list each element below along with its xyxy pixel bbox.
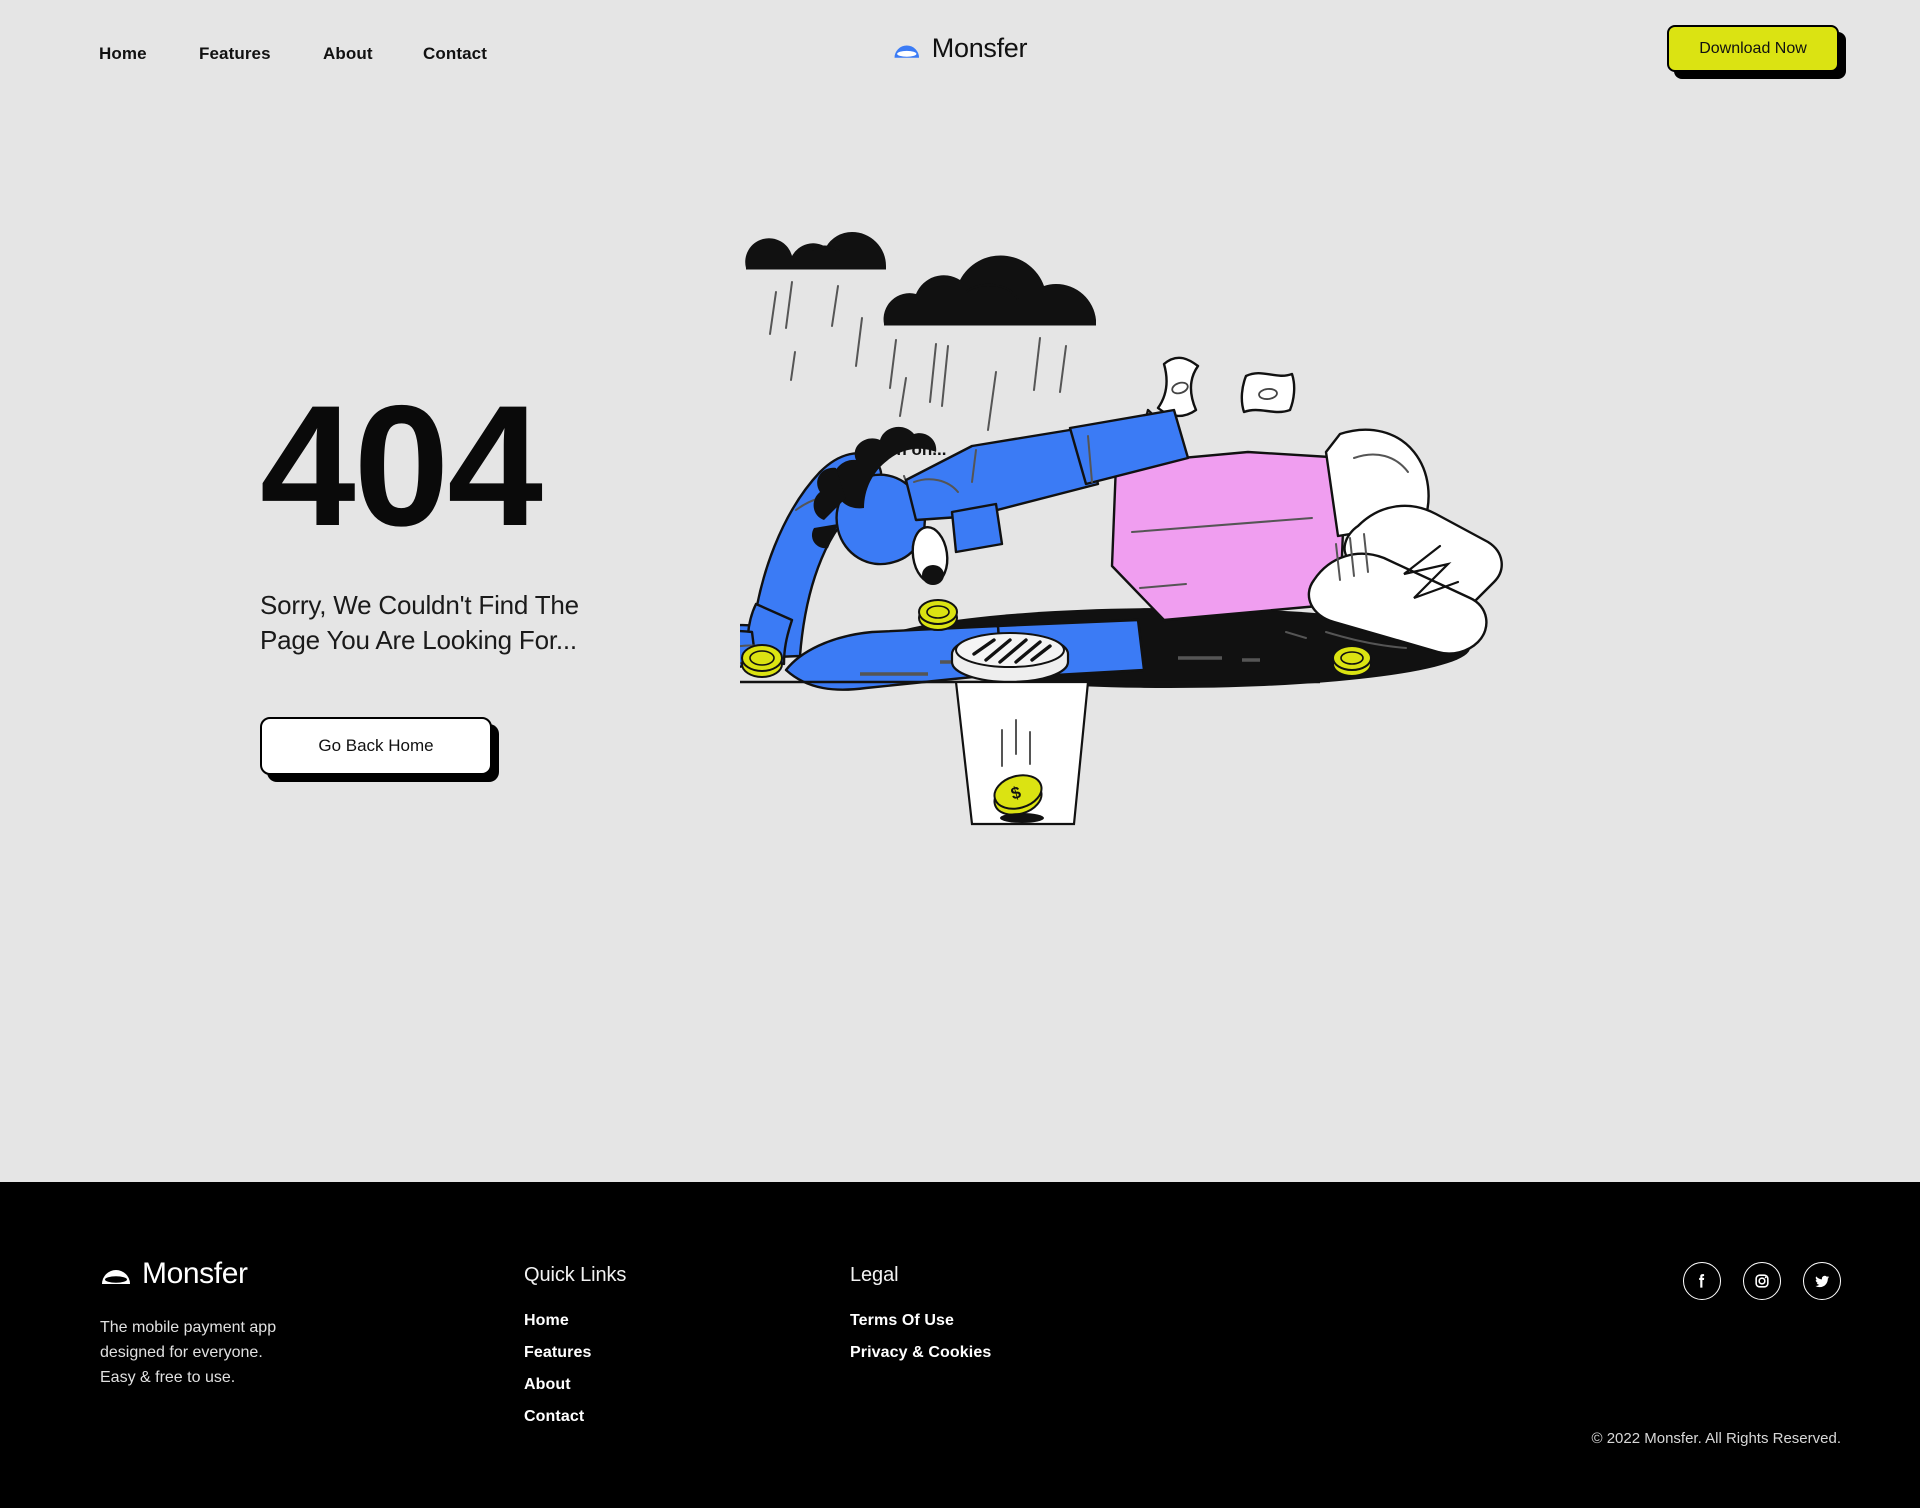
monsfer-dome-icon	[100, 1258, 132, 1290]
coin-ground-left	[741, 644, 783, 678]
footer-link-contact[interactable]: Contact	[524, 1408, 626, 1426]
footer-column-heading: Legal	[850, 1264, 899, 1286]
footer-tagline-line: The mobile payment app	[100, 1319, 277, 1336]
hero-section: 404 Sorry, We Couldn't Find The Page You…	[0, 0, 1920, 1182]
storm-drain	[950, 632, 1070, 684]
error-message: Sorry, We Couldn't Find The Page You Are…	[260, 590, 579, 655]
coin-ground-right	[1332, 645, 1372, 677]
rain-right	[899, 337, 1067, 431]
footer-link-terms-of-use[interactable]: Terms Of Use	[850, 1312, 991, 1330]
footer-tagline: The mobile payment app designed for ever…	[100, 1316, 276, 1390]
banknote-upper	[1156, 356, 1200, 418]
footer-tagline-line: Easy & free to use.	[100, 1368, 236, 1386]
footer-link-features[interactable]: Features	[524, 1344, 626, 1362]
footer-link-about[interactable]: About	[524, 1376, 626, 1394]
coin-shadow	[1000, 813, 1044, 823]
rain-left	[769, 281, 897, 389]
footer-tagline-line: designed for everyone.	[100, 1343, 263, 1361]
error-illustration: .ln{fill:none;stroke:#111;stroke-width:2…	[740, 230, 1680, 980]
footer-column-heading: Quick Links	[524, 1264, 627, 1286]
footer-brand-logo[interactable]: Monsfer	[100, 1257, 248, 1291]
footer-social-links	[1683, 1262, 1841, 1300]
coin-ground-mid	[918, 599, 958, 631]
cloud-left	[745, 232, 886, 270]
copyright-text: © 2022 Monsfer. All Rights Reserved.	[1591, 1430, 1841, 1447]
footer-link-privacy-cookies[interactable]: Privacy & Cookies	[850, 1344, 991, 1362]
cloud-right	[883, 255, 1096, 326]
go-back-home-button[interactable]: Go Back Home	[260, 717, 492, 776]
facebook-icon[interactable]	[1683, 1262, 1721, 1300]
drain-shaft: $	[954, 680, 1090, 826]
footer-column-quick-links: Quick Links Home Features About Contact	[524, 1264, 626, 1426]
footer-brand-name: Monsfer	[142, 1257, 248, 1290]
instagram-icon[interactable]	[1743, 1262, 1781, 1300]
footer-link-home[interactable]: Home	[524, 1312, 626, 1330]
twitter-icon[interactable]	[1803, 1262, 1841, 1300]
banknote-right	[1240, 371, 1296, 414]
go-back-home-wrap: Go Back Home	[260, 717, 499, 783]
footer-column-legal: Legal Terms Of Use Privacy & Cookies	[850, 1264, 991, 1362]
